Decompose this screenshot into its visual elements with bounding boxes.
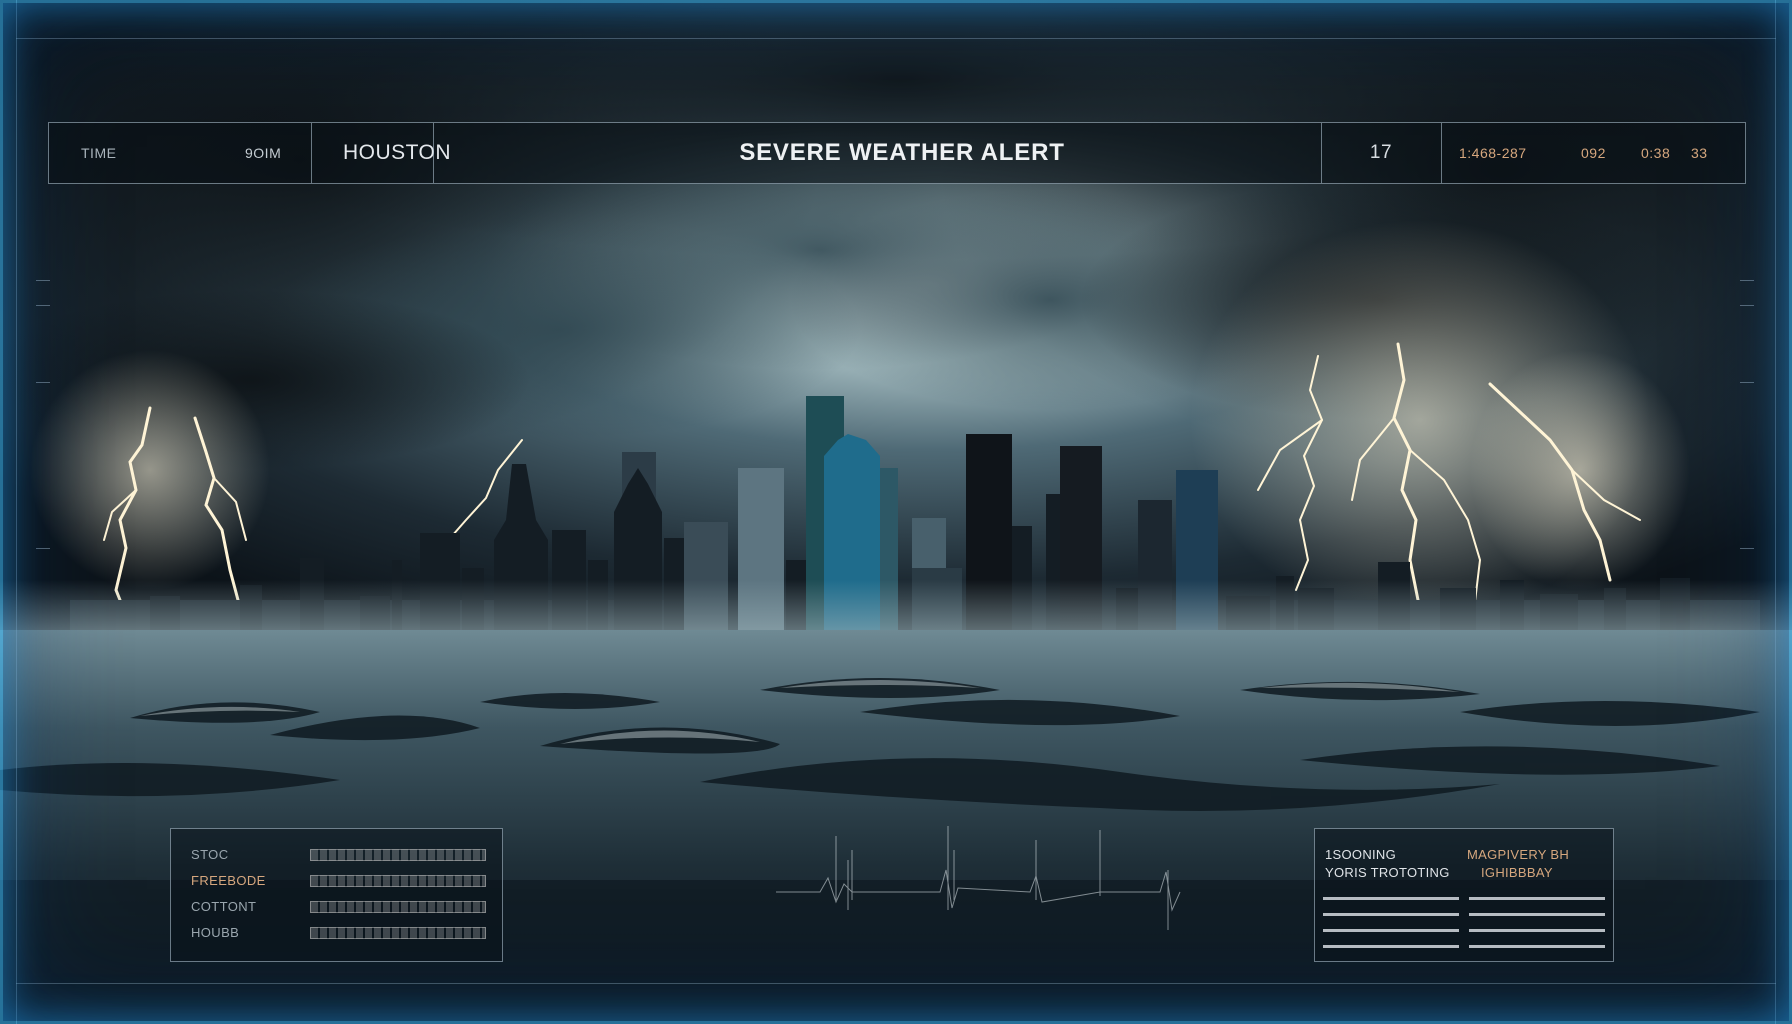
alert-number: 17 bbox=[1369, 142, 1393, 163]
status-bar bbox=[310, 875, 486, 887]
status-row: COTTONT bbox=[171, 897, 504, 917]
status-label: STOC bbox=[191, 847, 229, 862]
status-label: COTTONT bbox=[191, 899, 257, 914]
readout-value: 092 bbox=[1581, 145, 1606, 161]
info-text: IGHIBBBAY bbox=[1481, 865, 1553, 880]
hud-bottom-line bbox=[16, 983, 1776, 984]
hud-top-line bbox=[16, 38, 1776, 39]
info-panel: 1SOONING YORIS TROTOTING MAGPIVERY BH IG… bbox=[1314, 828, 1614, 962]
info-text: YORIS TROTOTING bbox=[1325, 865, 1450, 880]
alert-title: SEVERE WEATHER ALERT bbox=[739, 139, 1065, 166]
readout-value: 1:468-287 bbox=[1459, 145, 1527, 161]
time-label: TIME bbox=[81, 145, 117, 161]
weather-alert-screen: TIME 9OIM HOUSTON SEVERE WEATHER ALERT 1… bbox=[0, 0, 1792, 1024]
alert-header-bar: TIME 9OIM HOUSTON SEVERE WEATHER ALERT 1… bbox=[48, 122, 1746, 184]
status-panel: STOC FREEBODE COTTONT HOUBB bbox=[170, 828, 503, 962]
time-value: 9OIM bbox=[245, 145, 282, 161]
readout-value: 0:38 bbox=[1641, 145, 1671, 161]
status-bar bbox=[310, 849, 486, 861]
readout-value: 33 bbox=[1691, 145, 1708, 161]
info-text: MAGPIVERY BH bbox=[1467, 847, 1570, 862]
status-row: HOUBB bbox=[171, 923, 504, 943]
status-row: FREEBODE bbox=[171, 871, 504, 891]
status-label: HOUBB bbox=[191, 925, 240, 940]
status-label: FREEBODE bbox=[191, 873, 266, 888]
info-text: 1SOONING bbox=[1325, 847, 1397, 862]
status-bar bbox=[310, 927, 486, 939]
status-bar bbox=[310, 901, 486, 913]
status-row: STOC bbox=[171, 845, 504, 865]
